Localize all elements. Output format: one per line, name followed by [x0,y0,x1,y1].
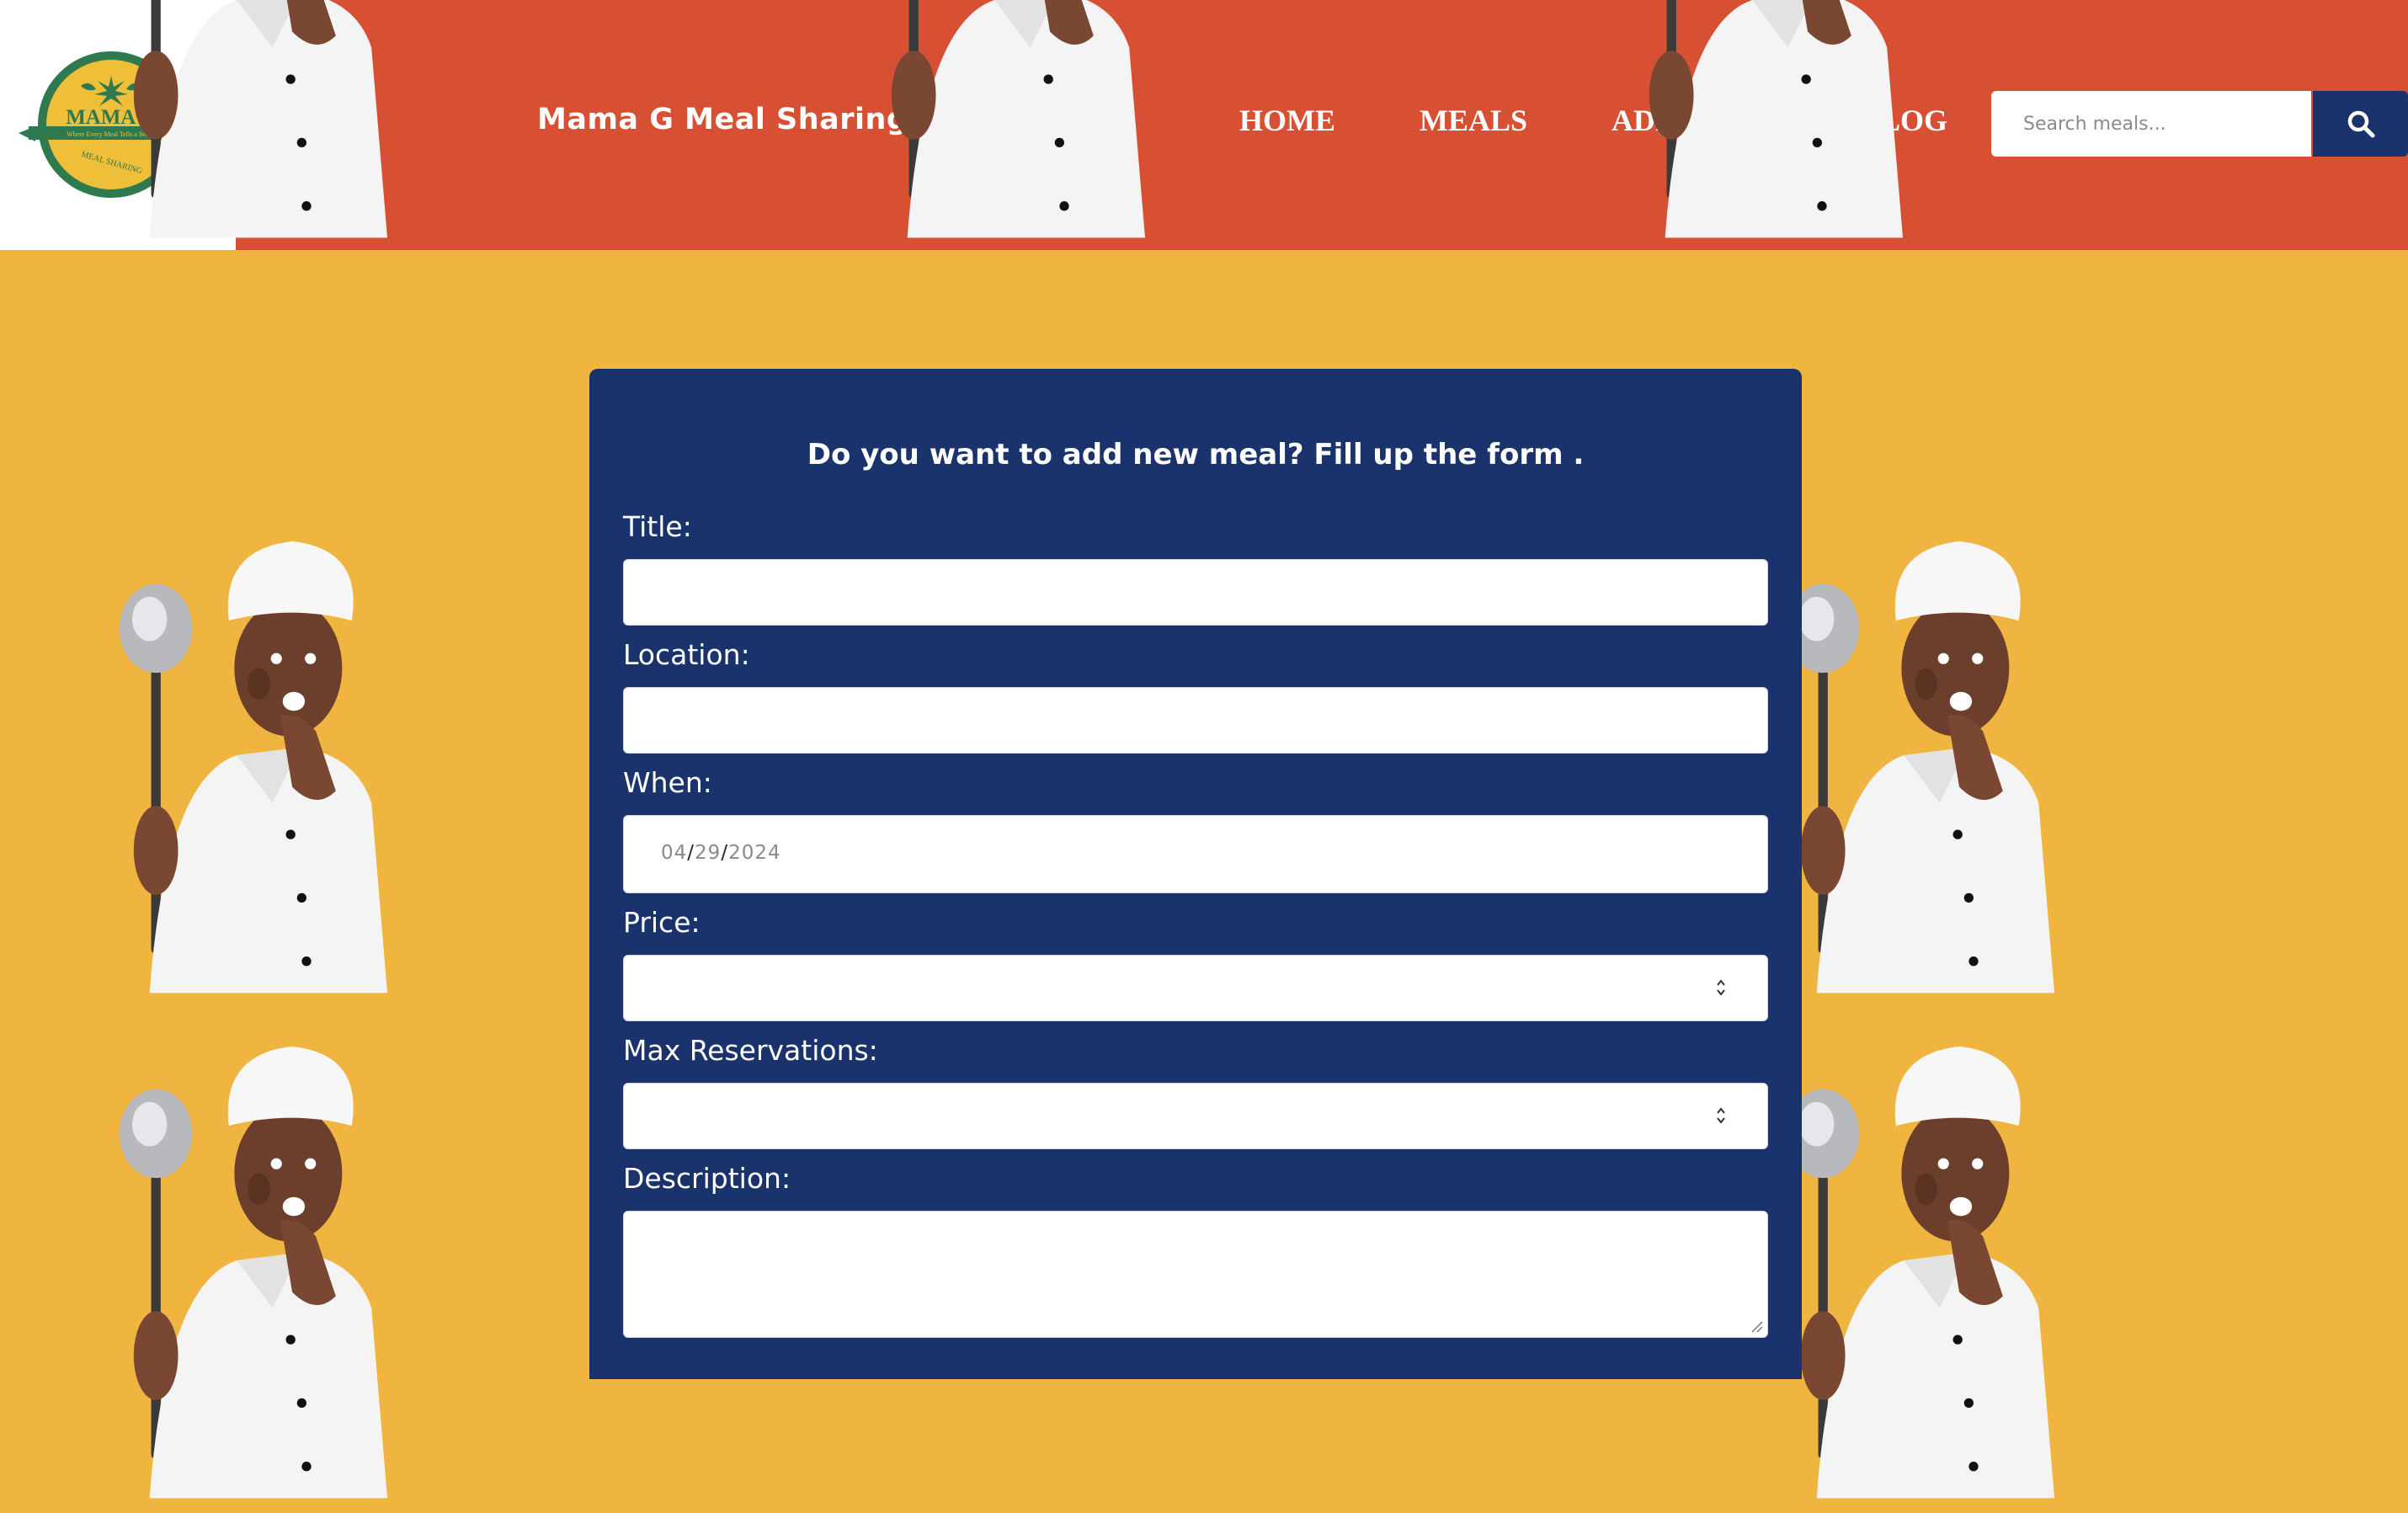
when-label: When: [623,766,712,799]
date-year[interactable]: 2024 [728,842,781,864]
title-input[interactable] [623,559,1768,626]
description-label: Description: [623,1162,791,1195]
price-input[interactable] [623,955,1768,1021]
date-month[interactable]: 04 [661,842,687,864]
form-heading: Do you want to add new meal? Fill up the… [807,438,1585,471]
price-label: Price: [623,906,701,939]
chef-background-image [1786,541,2054,994]
number-spinner-icon[interactable] [1715,1104,1727,1127]
nav-home[interactable]: HOME [1239,103,1335,138]
chef-background-image [1634,0,1903,238]
number-spinner-icon[interactable] [1715,976,1727,999]
max-reservations-input[interactable] [623,1083,1768,1149]
add-meal-form: Do you want to add new meal? Fill up the… [589,369,1802,1379]
date-value[interactable]: 04/29/2024 [661,842,781,864]
chef-background-image [876,0,1145,238]
max-reservations-label: Max Reservations: [623,1034,878,1067]
chef-background-image [119,1046,387,1499]
search-input[interactable] [1991,91,2311,157]
date-day[interactable]: 29 [695,842,721,864]
date-separator: / [687,842,695,864]
location-label: Location: [623,638,750,671]
resize-handle-icon[interactable] [1749,1319,1764,1334]
chef-background-image [119,0,387,238]
nav-meals[interactable]: MEALS [1420,103,1527,138]
search-icon [2347,110,2374,138]
date-separator: / [721,842,729,864]
title-label: Title: [623,510,692,543]
chef-background-image [1786,1046,2054,1499]
chef-background-image [119,541,387,994]
site-title: Mama G Meal Sharing! [537,103,922,136]
description-textarea[interactable] [623,1211,1768,1338]
when-date-input[interactable]: 04/29/2024 [623,815,1768,893]
location-input[interactable] [623,687,1768,754]
search-button[interactable] [2313,91,2408,157]
